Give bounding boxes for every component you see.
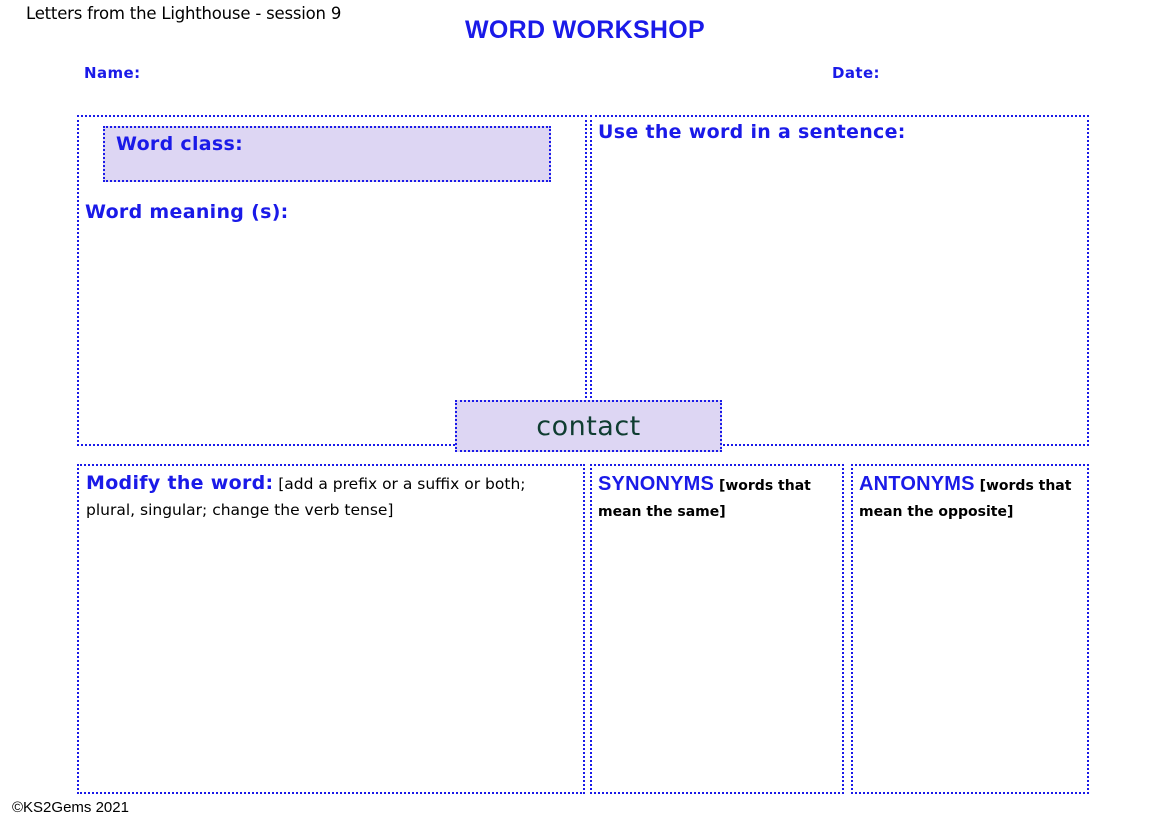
modify-word-heading: Modify the word: [add a prefix or a suff… (86, 469, 566, 523)
word-class-box[interactable]: Word class: (103, 126, 551, 182)
modify-word-label: Modify the word: (86, 472, 274, 494)
date-field-label: Date: (832, 64, 880, 82)
word-class-label: Word class: (116, 133, 244, 155)
antonyms-label: ANTONYMS (859, 473, 975, 495)
sentence-label: Use the word in a sentence: (598, 121, 906, 143)
synonyms-heading: SYNONYMS [words that mean the same] (598, 468, 842, 524)
name-field-label: Name: (84, 64, 141, 82)
synonyms-label: SYNONYMS (598, 473, 715, 495)
sentence-panel[interactable] (590, 115, 1089, 446)
antonyms-heading: ANTONYMS [words that mean the opposite] (859, 468, 1087, 524)
copyright-credit: ©KS2Gems 2021 (12, 799, 129, 816)
word-meaning-label: Word meaning (s): (85, 201, 289, 223)
focus-word-box: contact (455, 400, 722, 452)
focus-word-text: contact (536, 410, 641, 442)
page-title: WORD WORKSHOP (465, 16, 705, 44)
